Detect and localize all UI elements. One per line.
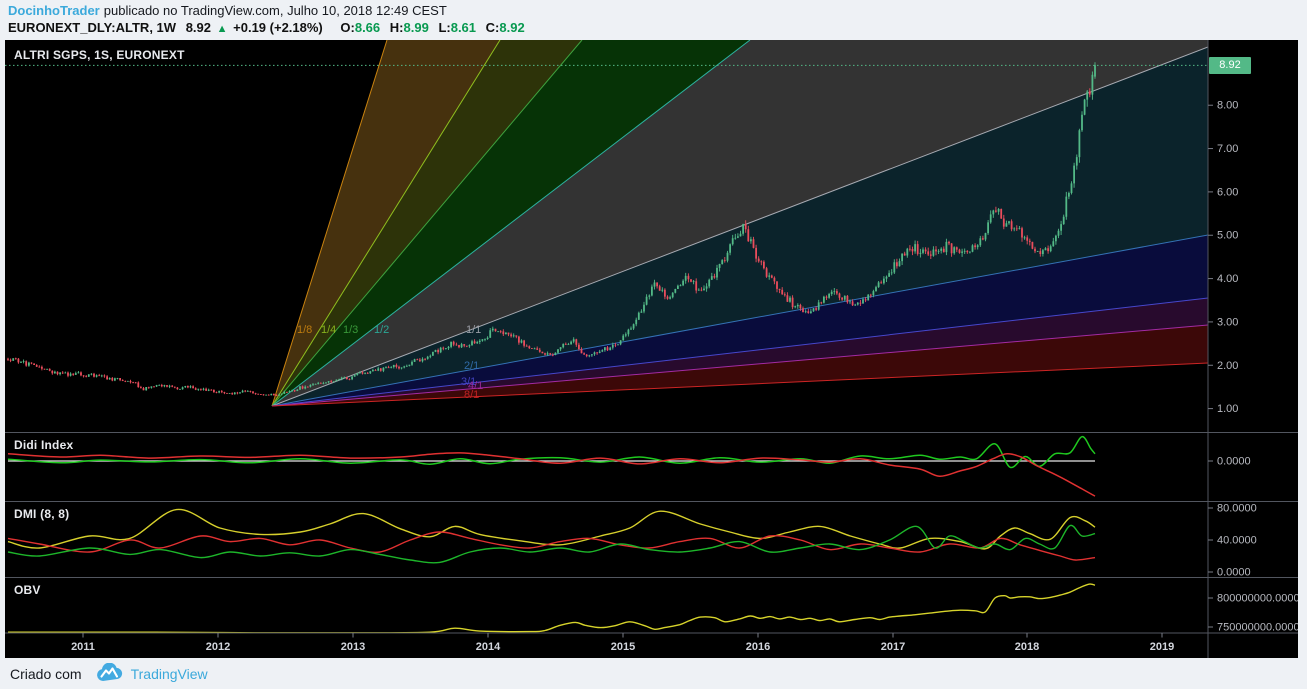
- gann-label: 1/1: [466, 324, 481, 336]
- gann-fan: [271, 40, 1208, 407]
- publish-info: publicado no TradingView.com, Julho 10, …: [103, 3, 447, 18]
- symbol-title: EURONEXT_DLY:ALTR, 1W: [8, 20, 177, 35]
- pane-label-dmi[interactable]: DMI (8, 8): [14, 507, 69, 521]
- close-label: C:: [485, 20, 500, 35]
- year-label[interactable]: 2011: [71, 641, 95, 653]
- current-price-badge: 8.92: [1209, 57, 1251, 74]
- close-value: 8.92: [499, 20, 525, 35]
- header: DocinhoTrader publicado no TradingView.co…: [8, 2, 525, 38]
- low-label: L:: [438, 20, 451, 35]
- symbol-line: EURONEXT_DLY:ALTR, 1W 8.92 ▲ +0.19 (+2.1…: [8, 19, 525, 38]
- gann-label: 1/8: [297, 324, 312, 336]
- chart-area[interactable]: 1/8 1/4 1/3 1/2 1/1 2/1 3/1 4/1 8/1 8.00 7.00 6.00 5…: [5, 40, 1298, 658]
- price-tick-label: 4.00: [1217, 273, 1238, 285]
- gann-label: 2/1: [464, 360, 479, 372]
- gann-label: 8/1: [464, 389, 479, 401]
- chart-canvas[interactable]: 1/8 1/4 1/3 1/2 1/12/13/14/18/18.007.006.005…: [5, 40, 1298, 658]
- year-label[interactable]: 2013: [341, 641, 365, 653]
- author-name[interactable]: DocinhoTrader: [8, 3, 100, 18]
- high-label: H:: [389, 20, 404, 35]
- chart-title: ALTRI SGPS, 1S, EURONEXT: [14, 48, 185, 62]
- obv-tick-label: 800000000.0000: [1217, 593, 1298, 605]
- gann-label: 1/4: [321, 324, 336, 336]
- footer: Criado com TradingView: [10, 662, 208, 686]
- publish-line: DocinhoTrader publicado no TradingView.co…: [8, 2, 525, 19]
- dmi-pane: [7, 508, 1096, 564]
- price-tick-label: 6.00: [1217, 186, 1238, 198]
- gann-label: 1/2: [374, 324, 389, 336]
- obv-pane: [7, 583, 1096, 633]
- gann-label: 1/3: [343, 324, 358, 336]
- open-label: O:: [340, 20, 355, 35]
- didi-tick-label: 0.0000: [1217, 456, 1251, 468]
- open-value: 8.66: [354, 20, 381, 35]
- didi-longa-red-line: [7, 452, 1096, 497]
- pane-label-didi[interactable]: Didi Index: [14, 438, 73, 452]
- dmi-tick-label: 0.0000: [1217, 567, 1251, 579]
- dmi-tick-label: 40.0000: [1217, 535, 1257, 547]
- high-value: 8.99: [403, 20, 429, 35]
- year-label[interactable]: 2014: [476, 641, 501, 653]
- year-label[interactable]: 2016: [746, 641, 770, 653]
- low-value: 8.61: [450, 20, 477, 35]
- up-triangle-icon: ▲: [216, 23, 228, 35]
- year-label[interactable]: 2012: [206, 641, 230, 653]
- obv-yellow-line: [7, 583, 1096, 633]
- obv-tick-label: 750000000.0000: [1217, 622, 1298, 634]
- year-label[interactable]: 2019: [1150, 641, 1174, 653]
- dmi-tick-label: 80.0000: [1217, 503, 1257, 515]
- price-tick-label: 8.00: [1217, 100, 1238, 112]
- last-price: 8.92: [185, 20, 211, 35]
- price-tick-label: 5.00: [1217, 230, 1238, 242]
- price-tick-label: 1.00: [1217, 403, 1238, 415]
- price-tick-label: 7.00: [1217, 143, 1238, 155]
- tradingview-logo-icon[interactable]: [96, 662, 123, 685]
- created-with-text: Criado com: [10, 666, 82, 682]
- pane-label-obv[interactable]: OBV: [14, 583, 41, 597]
- price-tick-label: 3.00: [1217, 316, 1238, 328]
- price-tick-label: 2.00: [1217, 360, 1238, 372]
- year-label[interactable]: 2017: [881, 641, 905, 653]
- price-change: +0.19 (+2.18%): [233, 20, 323, 35]
- tradingview-brand-link[interactable]: TradingView: [131, 666, 208, 682]
- year-label[interactable]: 2018: [1015, 641, 1039, 653]
- didi-index-pane: [7, 435, 1096, 497]
- year-label[interactable]: 2015: [611, 641, 635, 653]
